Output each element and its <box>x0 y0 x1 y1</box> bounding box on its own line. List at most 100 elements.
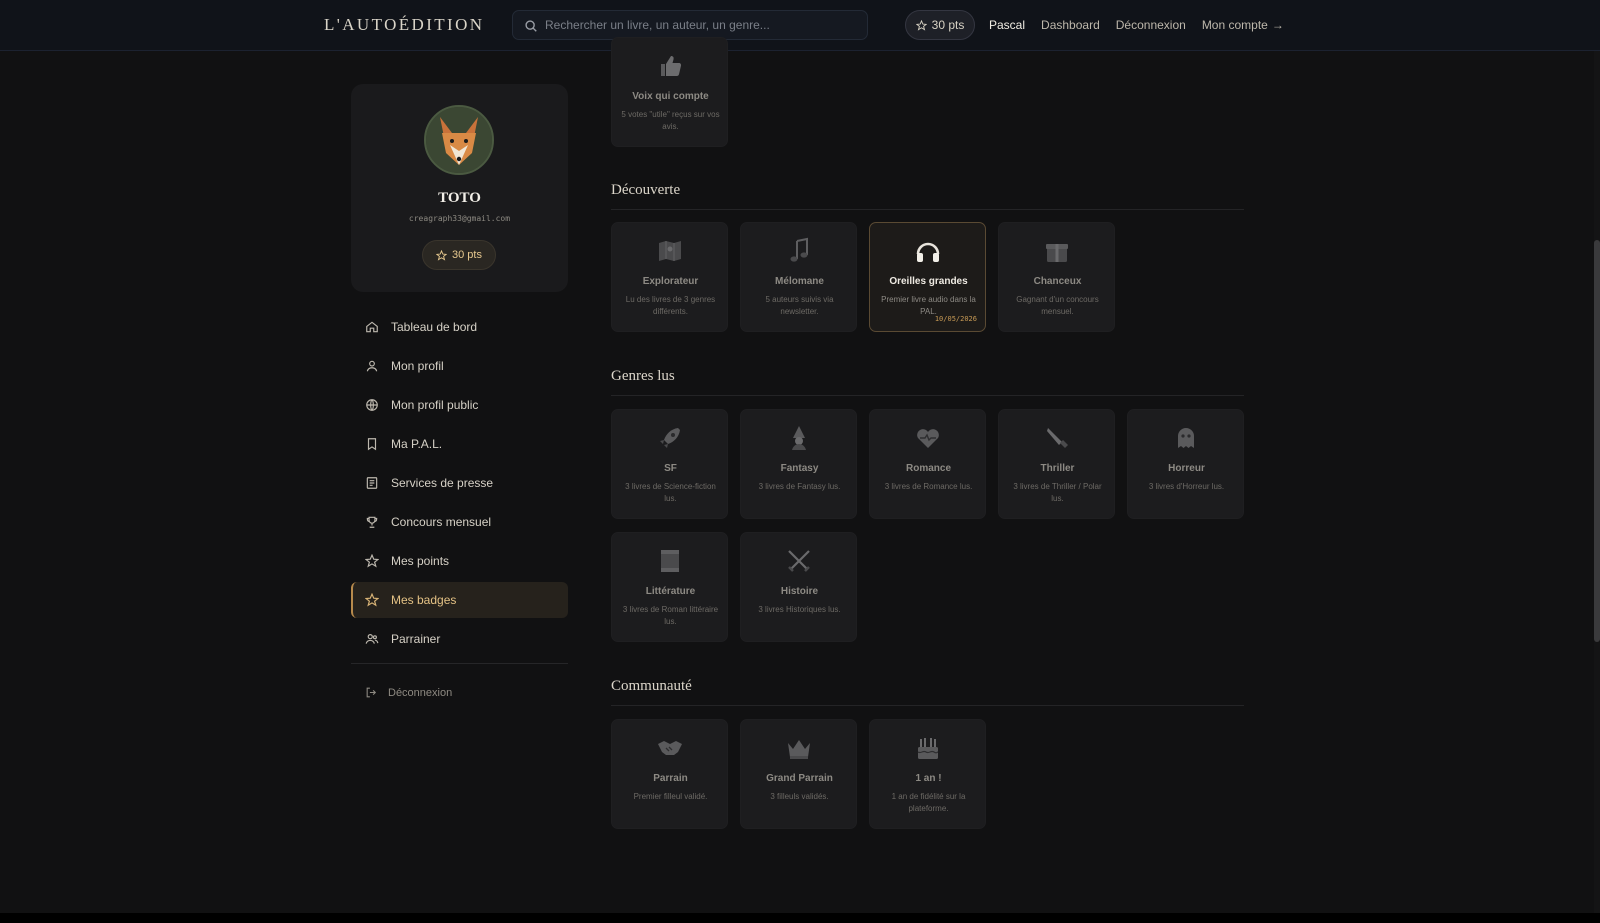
gift-icon <box>1046 244 1068 262</box>
sidebar-item-pal[interactable]: Ma P.A.L. <box>351 426 568 462</box>
badge-card[interactable]: Thriller 3 livres de Thriller / Polar lu… <box>998 409 1115 519</box>
profile-points-value: 30 pts <box>452 249 482 261</box>
badge-card[interactable]: Horreur 3 livres d'Horreur lus. <box>1127 409 1244 519</box>
section-title-decouverte: Découverte <box>611 182 681 198</box>
badge-name: Histoire <box>780 586 819 597</box>
badge-description: 3 filleuls validés. <box>770 792 829 801</box>
nav-links: Pascal Dashboard Déconnexion Mon compte … <box>989 18 1284 32</box>
scrollbar-thumb[interactable] <box>1594 240 1600 642</box>
badge-date: 10/05/2026 <box>934 315 977 323</box>
search-icon <box>525 20 537 32</box>
badge-card-earned[interactable]: Oreilles grandes Premier livre audio dan… <box>869 222 986 332</box>
badge-card[interactable]: Chanceux Gagnant d'un concours mensuel. <box>998 222 1115 332</box>
crown-icon <box>788 740 810 759</box>
sidebar-item-label: Tableau de bord <box>391 320 478 334</box>
home-icon <box>366 321 378 333</box>
badge-card[interactable]: SF 3 livres de Science-fiction lus. <box>611 409 728 519</box>
badge-description: 3 livres de Roman littéraire lus. <box>622 605 719 626</box>
sidebar-item-badges[interactable]: Mes badges <box>351 582 568 618</box>
badge-description: Gagnant d'un concours mensuel. <box>1016 295 1099 316</box>
section-title-communaute: Communauté <box>611 678 692 694</box>
badge-name: Grand Parrain <box>766 773 833 784</box>
profile-name: TOTO <box>438 190 481 206</box>
sidebar-item-label: Concours mensuel <box>391 515 492 529</box>
badge-name: SF <box>664 463 677 474</box>
sidebar-item-points[interactable]: Mes points <box>351 543 568 579</box>
badge-name: Thriller <box>1040 463 1075 474</box>
badge-description: Premier filleul validé. <box>633 792 708 801</box>
sidebar-item-label: Mon profil <box>391 359 444 373</box>
nav-dashboard-link[interactable]: Dashboard <box>1041 18 1100 32</box>
badge-name: Oreilles grandes <box>889 276 968 287</box>
star-icon <box>915 19 927 31</box>
badge-card[interactable]: Histoire 3 livres Historiques lus. <box>740 532 857 642</box>
search-input[interactable] <box>545 11 855 39</box>
badge-card[interactable]: Fantasy 3 livres de Fantasy lus. <box>740 409 857 519</box>
sidebar-item-referral[interactable]: Parrainer <box>351 621 568 657</box>
badge-name: Mélomane <box>775 276 824 287</box>
sidebar-item-label: Services de presse <box>391 476 494 490</box>
birthday-cake-icon <box>917 738 939 759</box>
section-title-genres: Genres lus <box>611 368 675 384</box>
knife-icon <box>1047 428 1068 448</box>
ghost-icon <box>1178 428 1194 448</box>
profile-points-badge[interactable]: 30 pts <box>422 240 496 270</box>
sidebar-item-label: Mes badges <box>391 593 457 607</box>
bookmark-icon <box>367 438 377 451</box>
sidebar-item-profile[interactable]: Mon profil <box>351 348 568 384</box>
badge-description: 3 livres de Fantasy lus. <box>758 482 841 491</box>
badge-card[interactable]: Mélomane 5 auteurs suivis via newsletter… <box>740 222 857 332</box>
sidebar-logout[interactable]: Déconnexion <box>365 686 452 699</box>
badge-description: 3 livres d'Horreur lus. <box>1148 482 1225 491</box>
sidebar-item-label: Mes points <box>391 554 450 568</box>
headphones-icon <box>916 242 940 262</box>
points-pill[interactable]: 30 pts <box>905 10 975 40</box>
star-icon <box>365 593 379 607</box>
users-icon <box>365 634 379 644</box>
top-navbar: L'AUTOÉDITION 30 pts Pascal Dashboard Dé… <box>0 0 1600 51</box>
badge-card[interactable]: Explorateur Lu des livres de 3 genres di… <box>611 222 728 332</box>
section-divider <box>611 395 1244 396</box>
section-divider <box>611 705 1244 706</box>
crossed-swords-icon <box>788 550 810 572</box>
sidebar-item-public-profile[interactable]: Mon profil public <box>351 387 568 423</box>
sidebar-item-label: Ma P.A.L. <box>391 437 443 451</box>
badge-card[interactable]: Parrain Premier filleul validé. <box>611 719 728 829</box>
nav-logout-link[interactable]: Déconnexion <box>1116 18 1186 32</box>
badge-name: Fantasy <box>780 463 819 474</box>
nav-account-link[interactable]: Mon compte → <box>1202 18 1284 32</box>
badge-card[interactable]: Grand Parrain 3 filleuls validés. <box>740 719 857 829</box>
star-icon <box>436 249 448 261</box>
globe-icon <box>366 399 378 411</box>
bottom-strip <box>0 913 1600 923</box>
badge-card[interactable]: Littérature 3 livres de Roman littéraire… <box>611 532 728 642</box>
search-bar[interactable] <box>512 10 868 40</box>
book-icon <box>661 550 679 572</box>
rocket-icon <box>660 428 680 448</box>
badge-card[interactable]: 1 an ! 1 an de fidélité sur la plateform… <box>869 719 986 829</box>
sidebar-item-contest[interactable]: Concours mensuel <box>351 504 568 540</box>
badge-card[interactable]: Voix qui compte 5 votes "utile" reçus su… <box>611 37 728 147</box>
badge-description: 3 livres de Science-fiction lus. <box>625 482 716 503</box>
badge-name: Horreur <box>1168 463 1205 474</box>
arrow-right-icon: → <box>1271 18 1284 32</box>
map-icon <box>659 241 681 261</box>
site-logo[interactable]: L'AUTOÉDITION <box>324 15 484 35</box>
sidebar-item-label: Mon profil public <box>391 398 479 412</box>
sidebar-item-dashboard[interactable]: Tableau de bord <box>351 309 568 345</box>
heart-icon <box>917 429 939 448</box>
badge-name: Parrain <box>653 773 688 784</box>
badge-name: Romance <box>905 463 951 474</box>
badge-description: 5 auteurs suivis via newsletter. <box>765 295 834 316</box>
sidebar-item-press[interactable]: Services de presse <box>351 465 568 501</box>
badge-name: Explorateur <box>642 276 699 287</box>
wizard-icon <box>792 426 806 450</box>
nav-user-link[interactable]: Pascal <box>989 18 1025 32</box>
nav-account-label: Mon compte <box>1201 18 1268 32</box>
badge-name: 1 an ! <box>915 773 942 784</box>
badge-card[interactable]: Romance 3 livres de Romance lus. <box>869 409 986 519</box>
profile-card: TOTO creagraph33@gmail.com 30 pts <box>351 84 568 292</box>
fox-avatar-icon <box>426 107 492 173</box>
badge-name: Chanceux <box>1033 276 1082 287</box>
sidebar-divider <box>351 663 568 664</box>
